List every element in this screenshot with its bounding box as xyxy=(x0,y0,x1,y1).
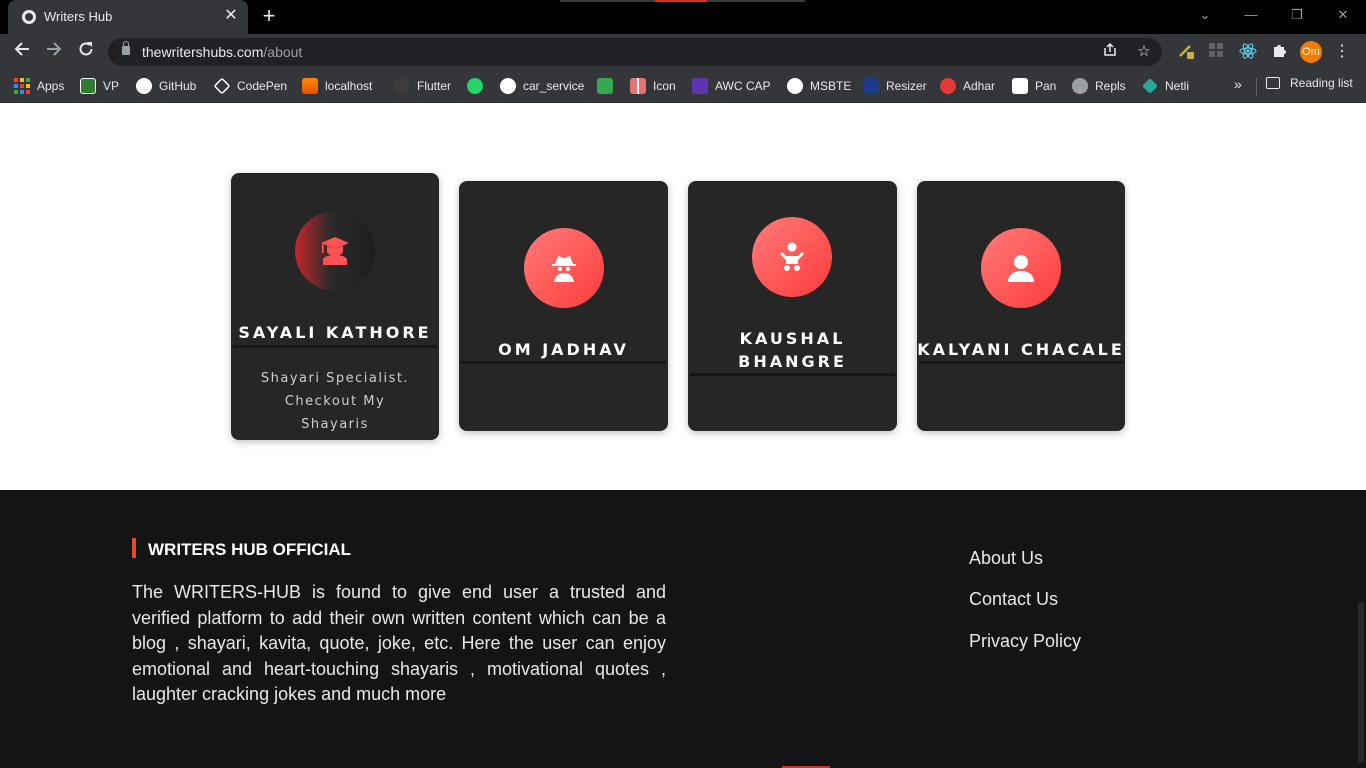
github-icon xyxy=(136,78,152,94)
footer-link-privacy-policy[interactable]: Privacy Policy xyxy=(969,631,1081,652)
vp-icon xyxy=(80,78,96,94)
footer-link-about-us[interactable]: About Us xyxy=(969,548,1043,569)
menu-dots-icon[interactable]: ⋮ xyxy=(1334,41,1350,63)
pen-extension-icon[interactable] xyxy=(1176,42,1196,62)
puzzle-extensions-icon[interactable] xyxy=(1270,42,1290,62)
minimize-button[interactable]: — xyxy=(1240,6,1262,24)
apps-grid-icon xyxy=(14,78,30,94)
tab-writers-hub[interactable]: Writers Hub ✕ xyxy=(8,0,248,34)
ilovepdf-icon xyxy=(863,78,879,94)
card-divider xyxy=(461,361,666,364)
bookmark-car-service[interactable]: car_service xyxy=(500,76,584,96)
user-icon xyxy=(981,228,1061,308)
bookmark-pan[interactable]: Pan xyxy=(1012,76,1056,96)
reading-list-icon xyxy=(1266,77,1280,89)
bookmark-flutter[interactable]: Flutter xyxy=(394,76,451,96)
footer-title: WRITERS HUB OFFICIAL xyxy=(148,540,352,559)
member-name: KAUSHAL BHANGRE xyxy=(738,329,847,371)
bookmark-msbte[interactable]: MSBTE xyxy=(787,76,851,96)
spy-icon xyxy=(524,228,604,308)
footer-link-contact-us[interactable]: Contact Us xyxy=(969,589,1058,610)
bookmark-resizer[interactable]: Resizer xyxy=(863,76,927,96)
bookmarks-overflow-button[interactable]: » xyxy=(1234,76,1242,92)
site-footer: WRITERS HUB OFFICIAL The WRITERS-HUB is … xyxy=(0,490,1356,768)
back-arrow-icon[interactable] xyxy=(10,40,34,64)
bookmark-github[interactable]: GitHub xyxy=(136,76,196,96)
team-card[interactable]: OM JADHAV xyxy=(459,181,668,431)
grid-extension-icon[interactable] xyxy=(1206,42,1226,62)
replit-icon xyxy=(1072,78,1088,94)
profile-avatar[interactable]: Om xyxy=(1300,41,1322,63)
close-tab-icon[interactable]: ✕ xyxy=(222,7,240,25)
card-divider xyxy=(233,345,437,348)
bookmarks-divider xyxy=(1256,78,1257,96)
bookmark-icon[interactable]: Icon xyxy=(630,76,676,96)
close-window-button[interactable]: ✕ xyxy=(1332,6,1354,24)
react-devtools-icon[interactable] xyxy=(1238,42,1258,62)
member-description: Shayari Specialist. Checkout My Shayaris xyxy=(260,371,410,432)
forward-arrow-icon[interactable] xyxy=(42,40,66,64)
bookmark-sheet[interactable] xyxy=(597,76,620,96)
tab-search-icon[interactable]: ⌄ xyxy=(1194,6,1216,24)
bookmark-vp[interactable]: VP xyxy=(80,76,119,96)
bookmark-netli[interactable]: Netli xyxy=(1142,76,1189,96)
team-card[interactable]: SAYALI KATHORE Shayari Specialist. Check… xyxy=(231,173,439,440)
bookmark-whatsapp[interactable] xyxy=(467,76,490,96)
browser-toolbar: thewritershubs.com/about ☆ Om ⋮ xyxy=(0,34,1366,70)
msbte-icon xyxy=(787,78,803,94)
flutter-icon xyxy=(394,78,410,94)
card-divider xyxy=(919,361,1123,364)
baby-icon xyxy=(752,217,832,297)
page-scrollbar-thumb[interactable] xyxy=(1358,603,1364,763)
star-icon[interactable]: ☆ xyxy=(1134,42,1154,62)
graduate-icon xyxy=(295,211,375,291)
card-divider xyxy=(690,373,895,376)
bookmark-localhost[interactable]: localhost xyxy=(302,76,372,96)
share-icon[interactable] xyxy=(1100,42,1120,62)
member-name: OM JADHAV xyxy=(498,340,629,359)
restore-button[interactable]: ❐ xyxy=(1286,6,1308,24)
netlify-icon xyxy=(1142,78,1158,94)
bookmark-codepen[interactable]: CodePen xyxy=(213,76,287,96)
sheet-icon xyxy=(597,78,613,94)
list-icon xyxy=(692,78,708,94)
footer-title-accent xyxy=(132,538,136,558)
address-bar[interactable]: thewritershubs.com/about ☆ xyxy=(108,38,1162,66)
bookmark-repls[interactable]: Repls xyxy=(1072,76,1126,96)
about-page: SAYALI KATHORE Shayari Specialist. Check… xyxy=(0,103,1366,768)
bookmark-awc-cap[interactable]: AWC CAP xyxy=(692,76,771,96)
url-text[interactable]: thewritershubs.com/about xyxy=(142,44,302,60)
team-card[interactable]: KALYANI CHACALE xyxy=(917,181,1125,431)
member-name: KALYANI CHACALE xyxy=(917,340,1125,359)
new-tab-button[interactable]: + xyxy=(258,5,280,28)
icon-grid-icon xyxy=(630,78,646,94)
bookmark-apps[interactable]: Apps xyxy=(14,76,64,96)
member-name: SAYALI KATHORE xyxy=(238,323,432,342)
reading-list-button[interactable]: Reading list xyxy=(1266,76,1353,90)
whatsapp-icon xyxy=(467,78,483,94)
nsdl-icon xyxy=(1012,78,1028,94)
aadhaar-icon xyxy=(940,78,956,94)
bookmarks-bar: Apps VP GitHub CodePen localhost Flutter… xyxy=(0,70,1366,103)
tab-strip-accent-red xyxy=(655,0,707,2)
team-card[interactable]: KAUSHAL BHANGRE xyxy=(688,181,897,431)
xampp-icon xyxy=(302,78,318,94)
reload-icon[interactable] xyxy=(74,40,98,64)
codepen-icon xyxy=(213,77,231,95)
tab-title: Writers Hub xyxy=(44,9,113,24)
tab-strip: Writers Hub ✕ + ⌄ — ❐ ✕ xyxy=(0,0,1366,34)
footer-about-text: The WRITERS-HUB is found to give end use… xyxy=(132,582,666,704)
lock-icon[interactable] xyxy=(122,41,130,55)
github-icon xyxy=(500,78,516,94)
bookmark-adhar[interactable]: Adhar xyxy=(940,76,995,96)
globe-icon xyxy=(22,10,36,24)
